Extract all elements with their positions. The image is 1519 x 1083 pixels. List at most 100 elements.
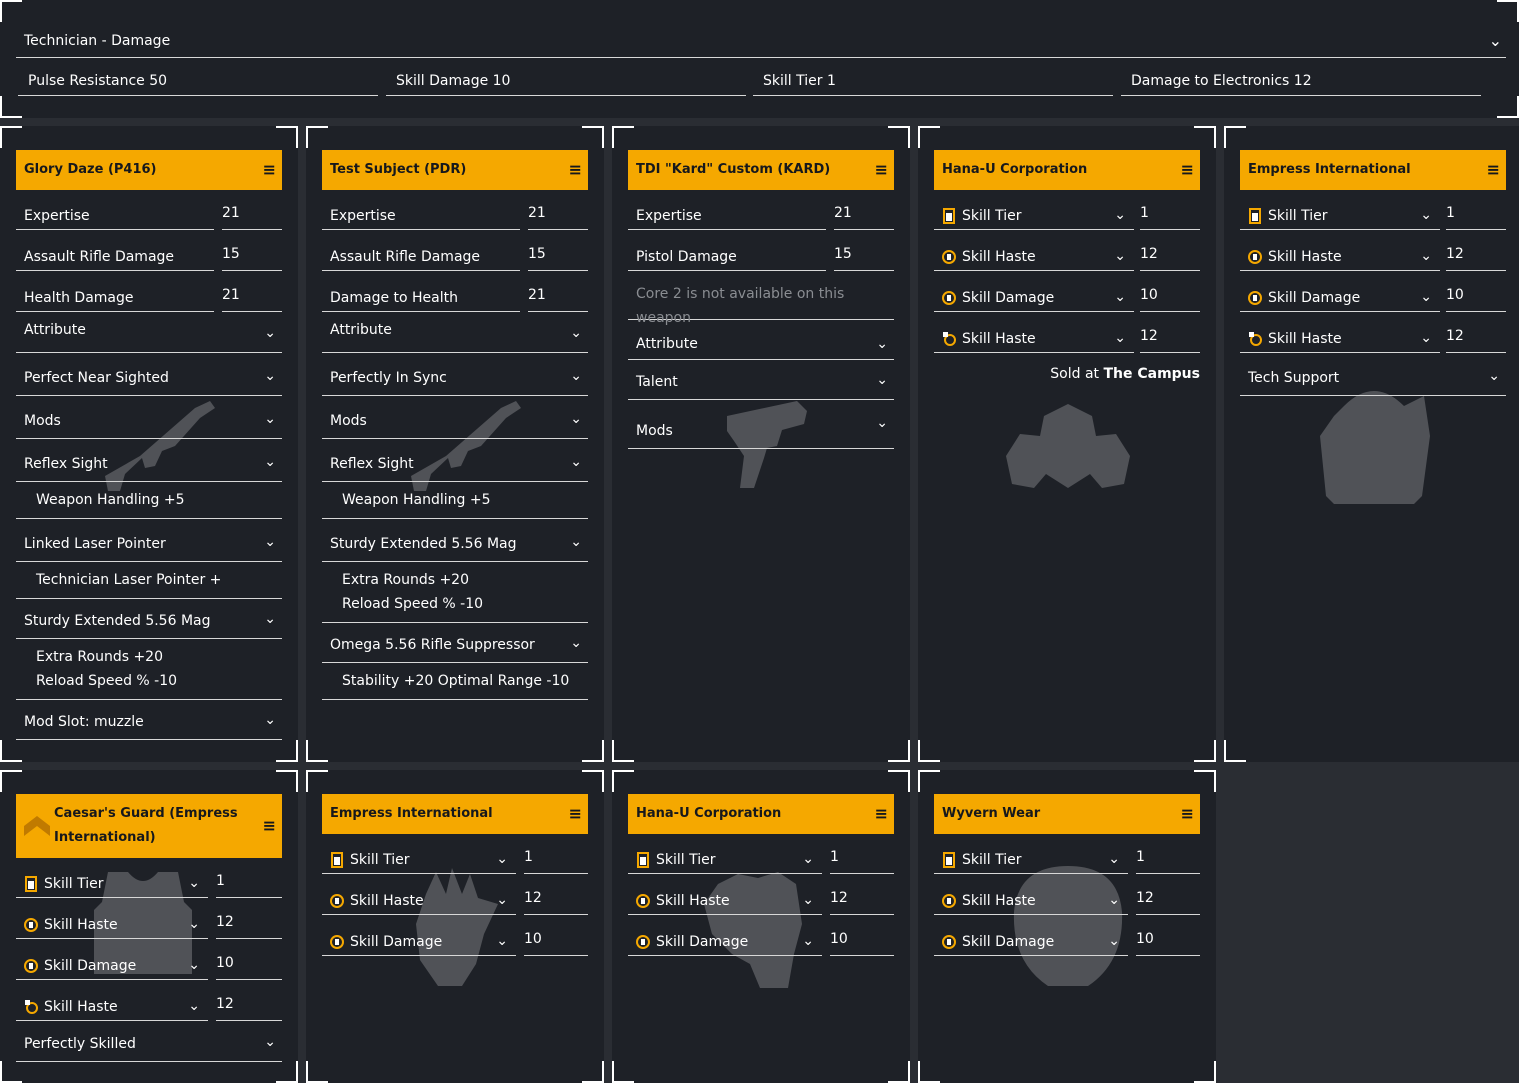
chevron-down-icon[interactable]: ⌄	[570, 313, 582, 353]
chevron-down-icon[interactable]: ⌄	[876, 403, 888, 443]
attribute-value[interactable]: 1	[216, 858, 282, 898]
attribute-value[interactable]: 12	[1140, 313, 1200, 353]
gear-header[interactable]: Empress International ≡	[322, 794, 588, 834]
attribute-selector[interactable]: Skill Damage ⌄	[934, 916, 1128, 956]
attribute-value[interactable]: 12	[1446, 231, 1506, 271]
menu-icon[interactable]: ≡	[263, 794, 276, 858]
chevron-down-icon[interactable]: ⌄	[1489, 24, 1502, 58]
talent-dropdown[interactable]: Tech Support ⌄	[1240, 356, 1506, 396]
attribute-value[interactable]: 1	[524, 834, 588, 874]
mods-dropdown[interactable]: Mods ⌄	[322, 399, 588, 439]
attribute-value[interactable]: 21	[222, 272, 282, 312]
optic-mod-dropdown[interactable]: Reflex Sight ⌄	[322, 442, 588, 482]
optic-mod-dropdown[interactable]: Reflex Sight ⌄	[16, 442, 282, 482]
mods-dropdown[interactable]: Mods ⌄	[628, 403, 894, 449]
menu-icon[interactable]: ≡	[1487, 150, 1500, 190]
chevron-down-icon[interactable]: ⌄	[264, 700, 276, 740]
chevron-down-icon[interactable]: ⌄	[570, 522, 582, 562]
magazine-mod-dropdown[interactable]: Sturdy Extended 5.56 Mag ⌄	[16, 599, 282, 639]
talent-dropdown[interactable]: Perfectly Skilled ⌄	[16, 1022, 282, 1062]
chevron-down-icon[interactable]: ⌄	[876, 360, 888, 400]
chevron-down-icon[interactable]: ⌄	[264, 399, 276, 439]
attribute-value[interactable]: 10	[216, 940, 282, 980]
attribute-selector[interactable]: Skill Haste ⌄	[934, 231, 1134, 271]
talent-dropdown[interactable]: Perfect Near Sighted ⌄	[16, 356, 282, 396]
attribute-selector[interactable]: Skill Damage ⌄	[322, 916, 516, 956]
chevron-down-icon[interactable]: ⌄	[264, 356, 276, 396]
attribute-selector[interactable]: Skill Damage ⌄	[934, 272, 1134, 312]
attribute-value[interactable]: 12	[1446, 313, 1506, 353]
mods-dropdown[interactable]: Mods ⌄	[16, 399, 282, 439]
chevron-down-icon[interactable]: ⌄	[264, 442, 276, 482]
chevron-down-icon[interactable]: ⌄	[570, 356, 582, 396]
attribute-selector[interactable]: Skill Haste ⌄	[1240, 231, 1440, 271]
attribute-value[interactable]: 10	[1140, 272, 1200, 312]
attribute-selector[interactable]: Skill Tier ⌄	[16, 858, 208, 898]
attribute-value[interactable]: 10	[524, 916, 588, 956]
gear-header[interactable]: Wyvern Wear ≡	[934, 794, 1200, 834]
magazine-mod-dropdown[interactable]: Sturdy Extended 5.56 Mag ⌄	[322, 522, 588, 562]
chevron-down-icon[interactable]: ⌄	[1108, 916, 1120, 966]
attribute-selector[interactable]: Skill Tier ⌄	[322, 834, 516, 874]
attribute-dropdown[interactable]: Attribute ⌄	[16, 313, 282, 353]
menu-icon[interactable]: ≡	[875, 794, 888, 834]
attribute-value[interactable]: 21	[222, 190, 282, 230]
attribute-selector[interactable]: Skill Haste ⌄	[1240, 313, 1440, 353]
chevron-down-icon[interactable]: ⌄	[570, 399, 582, 439]
menu-icon[interactable]: ≡	[569, 150, 582, 190]
chevron-down-icon[interactable]: ⌄	[802, 916, 814, 966]
underbarrel-mod-dropdown[interactable]: Linked Laser Pointer ⌄	[16, 522, 282, 562]
attribute-dropdown[interactable]: Attribute ⌄	[628, 320, 894, 360]
attribute-selector[interactable]: Skill Haste ⌄	[16, 981, 208, 1021]
gear-header[interactable]: Hana-U Corporation ≡	[628, 794, 894, 834]
gear-header[interactable]: Hana-U Corporation ≡	[934, 150, 1200, 190]
talent-dropdown[interactable]: Perfectly In Sync ⌄	[322, 356, 588, 396]
menu-icon[interactable]: ≡	[263, 150, 276, 190]
attribute-selector[interactable]: Skill Damage ⌄	[16, 940, 208, 980]
attribute-value[interactable]: 10	[830, 916, 894, 956]
muzzle-mod-dropdown[interactable]: Mod Slot: muzzle ⌄	[16, 700, 282, 740]
chevron-down-icon[interactable]: ⌄	[264, 1022, 276, 1062]
attribute-selector[interactable]: Skill Tier ⌄	[934, 190, 1134, 230]
attribute-value[interactable]: 10	[1446, 272, 1506, 312]
attribute-selector[interactable]: Skill Haste ⌄	[628, 875, 822, 915]
attribute-selector[interactable]: Skill Damage ⌄	[628, 916, 822, 956]
attribute-selector[interactable]: Skill Tier ⌄	[934, 834, 1128, 874]
attribute-value[interactable]: 1	[1136, 834, 1200, 874]
attribute-value[interactable]: 12	[1140, 231, 1200, 271]
weapon-header[interactable]: Test Subject (PDR) ≡	[322, 150, 588, 190]
chevron-down-icon[interactable]: ⌄	[1488, 356, 1500, 396]
weapon-header[interactable]: Glory Daze (P416) ≡	[16, 150, 282, 190]
gear-header[interactable]: Caesar's Guard (Empress International) ≡	[16, 794, 282, 858]
gear-header[interactable]: Empress International ≡	[1240, 150, 1506, 190]
talent-dropdown[interactable]: Talent ⌄	[628, 360, 894, 400]
attribute-selector[interactable]: Skill Tier ⌄	[1240, 190, 1440, 230]
attribute-value[interactable]: 1	[1140, 190, 1200, 230]
attribute-value[interactable]: 12	[524, 875, 588, 915]
attribute-selector[interactable]: Skill Damage ⌄	[1240, 272, 1440, 312]
attribute-value[interactable]: 21	[528, 272, 588, 312]
attribute-selector[interactable]: Skill Haste ⌄	[934, 313, 1134, 353]
attribute-selector[interactable]: Skill Haste ⌄	[934, 875, 1128, 915]
attribute-value[interactable]: 1	[830, 834, 894, 874]
menu-icon[interactable]: ≡	[1181, 794, 1194, 834]
attribute-value[interactable]: 1	[1446, 190, 1506, 230]
chevron-down-icon[interactable]: ⌄	[570, 442, 582, 482]
chevron-down-icon[interactable]: ⌄	[264, 522, 276, 562]
attribute-value[interactable]: 15	[834, 231, 894, 271]
attribute-value[interactable]: 12	[1136, 875, 1200, 915]
attribute-selector[interactable]: Skill Haste ⌄	[322, 875, 516, 915]
weapon-header[interactable]: TDI "Kard" Custom (KARD) ≡	[628, 150, 894, 190]
chevron-down-icon[interactable]: ⌄	[264, 599, 276, 639]
attribute-selector[interactable]: Skill Haste ⌄	[16, 899, 208, 939]
chevron-down-icon[interactable]: ⌄	[570, 623, 582, 663]
attribute-value[interactable]: 15	[222, 231, 282, 271]
muzzle-mod-dropdown[interactable]: Omega 5.56 Rifle Suppressor ⌄	[322, 623, 588, 663]
build-selector[interactable]: Technician - Damage ⌄	[16, 24, 1506, 58]
attribute-value[interactable]: 12	[216, 899, 282, 939]
attribute-value[interactable]: 12	[830, 875, 894, 915]
chevron-down-icon[interactable]: ⌄	[1114, 313, 1126, 363]
attribute-value[interactable]: 21	[528, 190, 588, 230]
attribute-value[interactable]: 10	[1136, 916, 1200, 956]
chevron-down-icon[interactable]: ⌄	[264, 313, 276, 353]
